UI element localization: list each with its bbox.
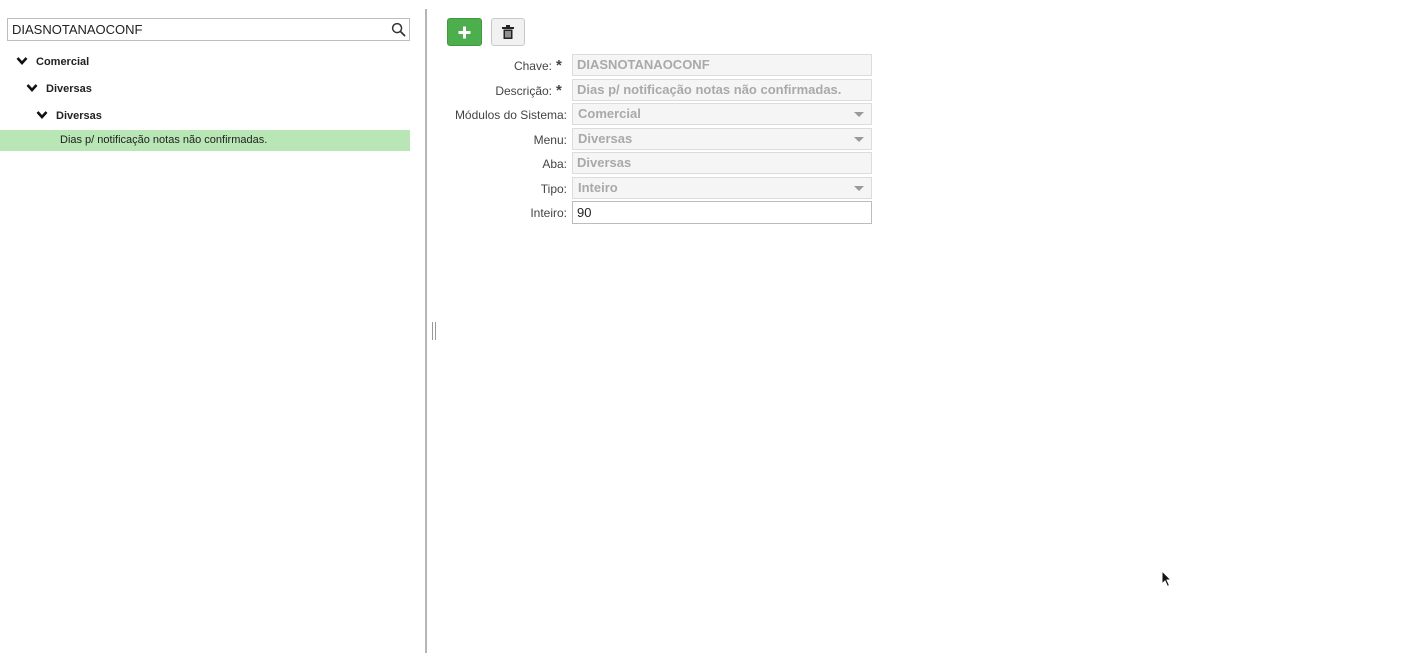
splitter-grip-icon[interactable]: [431, 322, 437, 340]
aba-label: Aba:: [542, 157, 567, 171]
inteiro-input[interactable]: [572, 201, 872, 224]
required-mark: *: [556, 57, 562, 74]
caret-down-icon: [854, 112, 864, 117]
caret-down-icon: [854, 137, 864, 142]
search-input[interactable]: [12, 19, 382, 40]
add-button[interactable]: [447, 18, 482, 46]
descricao-label: Descrição:: [495, 84, 552, 98]
aba-field: Diversas: [572, 152, 872, 174]
delete-button[interactable]: [491, 18, 525, 46]
menu-select: Diversas: [572, 128, 872, 150]
chave-field: DIASNOTANAOCONF: [572, 54, 872, 76]
modulos-label: Módulos do Sistema:: [454, 108, 567, 122]
modulos-value: Comercial: [578, 106, 641, 121]
descricao-field: Dias p/ notificação notas não confirmada…: [572, 79, 872, 101]
plus-icon: [458, 26, 471, 38]
search-icon[interactable]: [391, 22, 406, 37]
modulos-select: Comercial: [572, 103, 872, 125]
menu-value: Diversas: [578, 131, 633, 146]
chave-label: Chave:: [513, 59, 552, 73]
menu-label: Menu:: [533, 133, 567, 147]
caret-down-icon: [854, 186, 864, 191]
inteiro-label: Inteiro:: [530, 206, 567, 220]
search-box: [7, 18, 410, 41]
mouse-pointer-icon: [1161, 570, 1173, 588]
tipo-select: Inteiro: [572, 177, 872, 199]
trash-icon: [502, 25, 514, 39]
tipo-value: Inteiro: [578, 180, 618, 195]
required-mark: *: [556, 82, 562, 99]
tipo-label: Tipo:: [540, 182, 567, 196]
